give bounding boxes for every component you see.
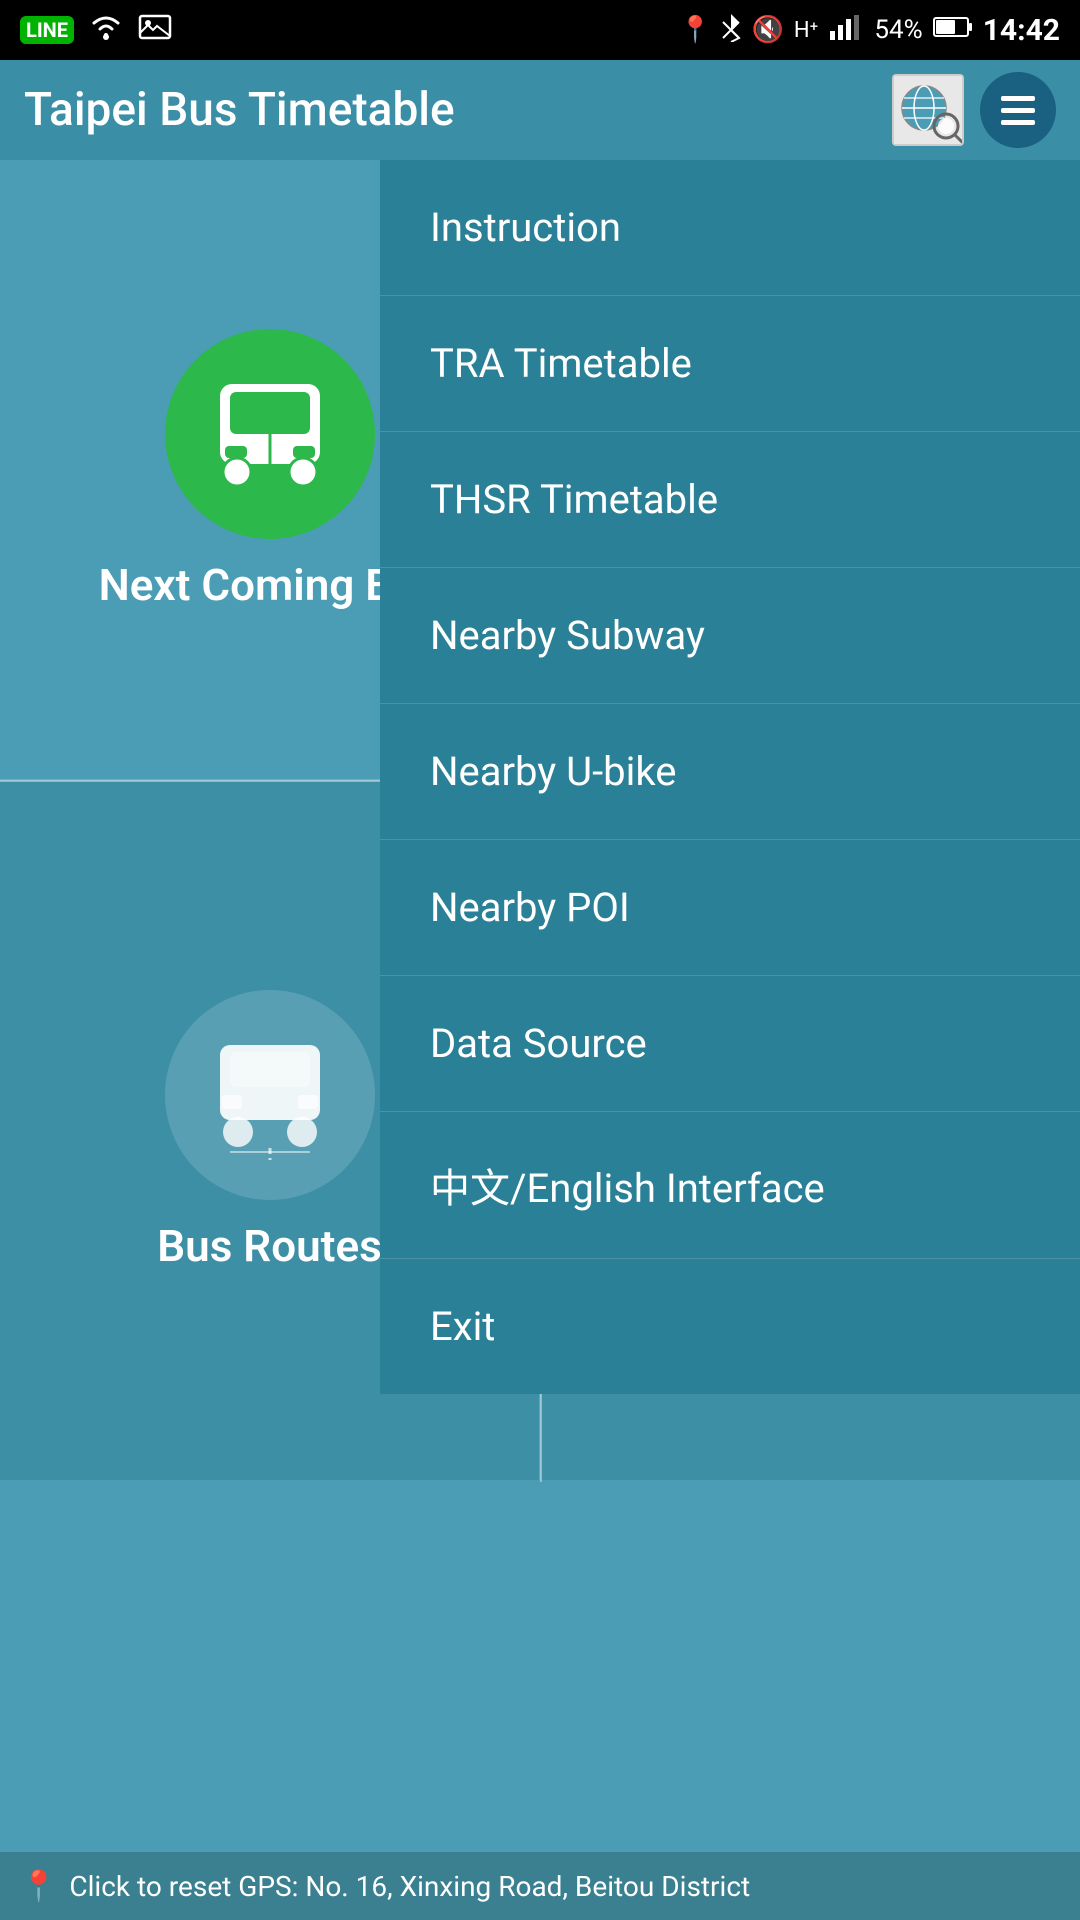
status-bar: LINE 📍 [0,0,1080,60]
menu-item-thsr-timetable[interactable]: THSR Timetable [380,432,1080,568]
mute-icon: 🔇 [751,15,783,45]
image-icon [138,13,172,48]
bus-routes-icon-circle [165,990,375,1200]
menu-button[interactable] [980,72,1056,148]
status-left-icons: LINE [20,13,172,48]
menu-item-nearby-poi[interactable]: Nearby POI [380,840,1080,976]
gps-status-text: Click to reset GPS: No. 16, Xinxing Road… [69,1870,750,1903]
app-bar: Taipei Bus Timetable [0,60,1080,160]
menu-item-data-source[interactable]: Data Source [380,976,1080,1112]
menu-item-nearby-ubike[interactable]: Nearby U-bike [380,704,1080,840]
bluetooth-icon [721,12,741,49]
tile-label-bus-routes: Bus Routes [157,1220,382,1272]
battery-icon [933,15,973,45]
menu-item-nearby-subway[interactable]: Nearby Subway [380,568,1080,704]
main-content: Next Coming Bus [0,160,1080,1920]
menu-item-language[interactable]: 中文/English Interface [380,1112,1080,1259]
wifi-icon [88,13,124,48]
battery-text: 54% [874,15,922,45]
bottom-bar[interactable]: 📍 Click to reset GPS: No. 16, Xinxing Ro… [0,1852,1080,1920]
gps-icon: 📍 [20,1869,57,1904]
hamburger-icon [1001,96,1035,125]
app-title: Taipei Bus Timetable [24,83,455,137]
menu-item-tra-timetable[interactable]: TRA Timetable [380,296,1080,432]
status-right-icons: 📍 🔇 H⁺ 54% [679,12,1060,49]
line-icon: LINE [20,16,74,44]
dropdown-menu: Instruction TRA Timetable THSR Timetable… [380,160,1080,1394]
network-icon: H⁺ [794,18,819,43]
location-status-icon: 📍 [679,15,711,45]
menu-item-instruction[interactable]: Instruction [380,160,1080,296]
menu-item-exit[interactable]: Exit [380,1259,1080,1394]
app-bar-icons [892,72,1056,148]
signal-icon [828,13,864,48]
status-time: 14:42 [983,13,1060,48]
globe-button[interactable] [892,74,964,146]
bus-icon-circle [165,329,375,539]
